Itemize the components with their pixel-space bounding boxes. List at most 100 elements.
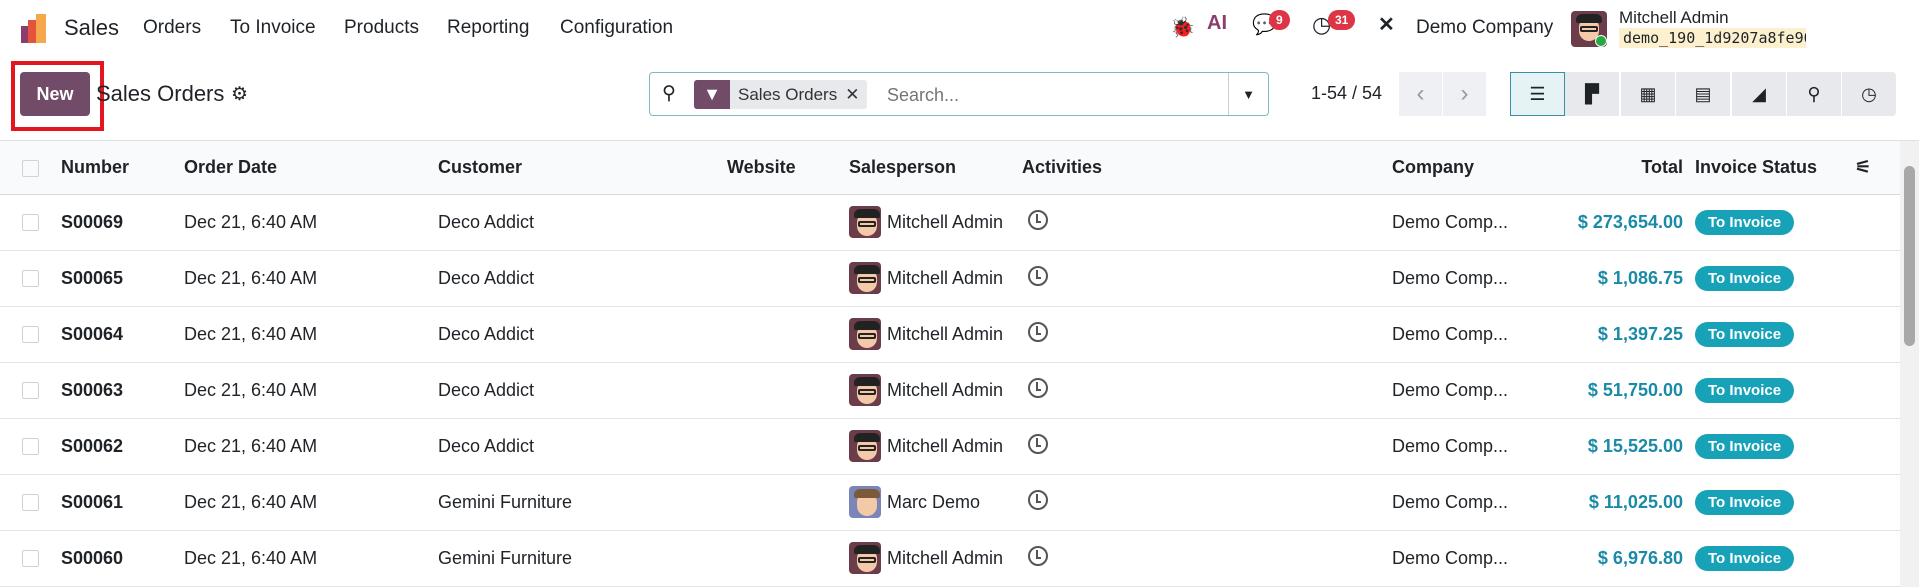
activity-clock-icon[interactable] [1028, 377, 1048, 398]
col-salesperson[interactable]: Salesperson [843, 141, 1016, 195]
order-number: S00060 [55, 530, 178, 587]
row-checkbox[interactable] [22, 438, 39, 456]
col-total[interactable]: Total [1533, 141, 1689, 195]
control-panel: New Sales Orders ⚙ ⚲ ▼ Sales Orders ✕ ▼ … [0, 57, 1919, 141]
optional-columns-toggle-icon[interactable]: ⚟ [1849, 141, 1900, 195]
calendar-view-button[interactable]: ▦ [1621, 72, 1676, 116]
highlight-box [11, 61, 104, 131]
row-checkbox[interactable] [22, 270, 39, 288]
table-row[interactable]: S00060 Dec 21, 6:40 AM Gemini Furniture … [0, 530, 1900, 587]
activity-clock-icon[interactable] [1028, 433, 1048, 454]
company: Demo Comp... [1386, 418, 1533, 475]
invoice-status-badge: To Invoice [1695, 209, 1795, 235]
invoice-status-badge: To Invoice [1695, 377, 1795, 403]
search-dropdown-toggle[interactable]: ▼ [1228, 73, 1268, 115]
col-order-date[interactable]: Order Date [178, 141, 432, 195]
activity-view-button[interactable]: ◷ [1842, 72, 1897, 116]
salesperson-avatar [849, 206, 881, 238]
facet-label: Sales Orders [738, 85, 838, 104]
user-name[interactable]: Mitchell Admin [1619, 8, 1729, 28]
customer: Deco Addict [432, 306, 721, 363]
messages-badge: 9 [1269, 10, 1290, 30]
company-switcher[interactable]: Demo Company [1416, 17, 1553, 39]
salesperson-avatar [849, 262, 881, 294]
database-name: demo_190_1d9207a8fe90_1766... [1619, 28, 1806, 48]
invoice-status-badge: To Invoice [1695, 489, 1795, 515]
salesperson-name: Mitchell Admin [887, 379, 1004, 400]
company: Demo Comp... [1386, 474, 1533, 531]
row-checkbox[interactable] [22, 550, 39, 568]
order-date: Dec 21, 6:40 AM [178, 194, 432, 251]
search-input[interactable] [887, 81, 1117, 109]
menu-orders[interactable]: Orders [143, 17, 201, 39]
website [721, 306, 843, 363]
company: Demo Comp... [1386, 306, 1533, 363]
website [721, 362, 843, 419]
col-website[interactable]: Website [721, 141, 843, 195]
select-all-checkbox[interactable] [22, 159, 39, 177]
invoice-status-badge: To Invoice [1695, 545, 1795, 571]
debug-bug-icon[interactable]: 🐞 [1170, 15, 1195, 40]
order-date: Dec 21, 6:40 AM [178, 306, 432, 363]
invoice-status-badge: To Invoice [1695, 433, 1795, 459]
table-header: Number Order Date Customer Website Sales… [0, 141, 1900, 195]
list-view-button[interactable]: ☰ [1510, 72, 1565, 116]
scrollbar-thumb[interactable] [1904, 166, 1915, 346]
row-checkbox[interactable] [22, 214, 39, 232]
activity-clock-icon[interactable] [1028, 321, 1048, 342]
tools-icon[interactable]: ✕ [1378, 12, 1395, 37]
page-title[interactable]: Sales Orders [96, 81, 224, 107]
col-number[interactable]: Number [55, 141, 178, 195]
order-number: S00062 [55, 418, 178, 475]
company: Demo Comp... [1386, 250, 1533, 307]
website [721, 474, 843, 531]
pager-previous-button[interactable]: ‹ [1399, 72, 1442, 116]
order-date: Dec 21, 6:40 AM [178, 418, 432, 475]
kanban-view-button[interactable]: ▛ [1565, 72, 1620, 116]
scrollbar[interactable] [1900, 141, 1919, 587]
sales-app-logo-icon[interactable] [19, 14, 49, 44]
pager-value[interactable]: 1-54 / 54 [1311, 83, 1382, 104]
activity-clock-icon[interactable] [1028, 489, 1048, 510]
menu-products[interactable]: Products [344, 17, 419, 39]
activity-clock-icon[interactable] [1028, 265, 1048, 286]
col-company[interactable]: Company [1386, 141, 1533, 195]
table-row[interactable]: S00063 Dec 21, 6:40 AM Deco Addict Mitch… [0, 362, 1900, 419]
order-date: Dec 21, 6:40 AM [178, 530, 432, 587]
table-row[interactable]: S00062 Dec 21, 6:40 AM Deco Addict Mitch… [0, 418, 1900, 475]
graph-view-button[interactable]: ◢ [1732, 72, 1787, 116]
user-avatar[interactable] [1571, 11, 1607, 47]
customer: Deco Addict [432, 194, 721, 251]
table-row[interactable]: S00064 Dec 21, 6:40 AM Deco Addict Mitch… [0, 306, 1900, 363]
pivot-view-button[interactable]: ▤ [1676, 72, 1731, 116]
filter-icon: ▼ [694, 80, 730, 109]
table-row[interactable]: S00065 Dec 21, 6:40 AM Deco Addict Mitch… [0, 250, 1900, 307]
col-activities[interactable]: Activities [1016, 141, 1386, 195]
table-row[interactable]: S00069 Dec 21, 6:40 AM Deco Addict Mitch… [0, 194, 1900, 251]
pager-next-button[interactable]: › [1443, 72, 1486, 116]
row-checkbox[interactable] [22, 382, 39, 400]
col-invoice-status[interactable]: Invoice Status [1689, 141, 1849, 195]
activity-clock-icon[interactable] [1028, 209, 1048, 230]
row-checkbox[interactable] [22, 494, 39, 512]
menu-reporting[interactable]: Reporting [447, 17, 529, 39]
table-row[interactable]: S00061 Dec 21, 6:40 AM Gemini Furniture … [0, 474, 1900, 531]
activity-clock-icon[interactable] [1028, 545, 1048, 566]
search-icon[interactable]: ⚲ [662, 82, 676, 105]
salesperson-avatar [849, 430, 881, 462]
gear-icon[interactable]: ⚙ [231, 83, 248, 106]
order-total: $ 1,086.75 [1533, 250, 1689, 307]
search-bar: ⚲ ▼ Sales Orders ✕ ▼ [649, 72, 1269, 116]
top-navbar: Sales Orders To Invoice Products Reporti… [0, 0, 1919, 57]
menu-configuration[interactable]: Configuration [560, 17, 673, 39]
remove-facet-icon[interactable]: ✕ [845, 80, 867, 109]
order-total: $ 11,025.00 [1533, 474, 1689, 531]
map-view-button[interactable]: ⚲ [1787, 72, 1842, 116]
app-name[interactable]: Sales [64, 15, 119, 41]
row-checkbox[interactable] [22, 326, 39, 344]
menu-to-invoice[interactable]: To Invoice [230, 17, 316, 39]
ai-icon[interactable]: AI [1207, 12, 1227, 35]
order-total: $ 1,397.25 [1533, 306, 1689, 363]
invoice-status-badge: To Invoice [1695, 321, 1795, 347]
col-customer[interactable]: Customer [432, 141, 721, 195]
